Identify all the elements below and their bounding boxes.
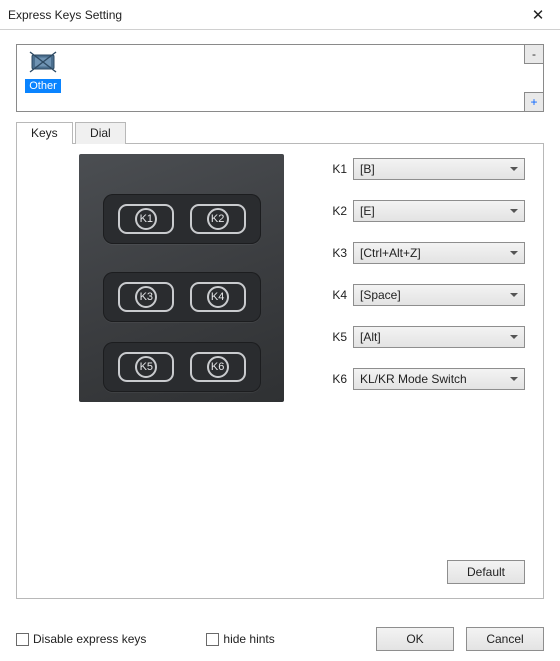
binding-label: K3 — [327, 246, 353, 260]
binding-label: K4 — [327, 288, 353, 302]
chevron-down-icon — [510, 293, 518, 297]
binding-label: K1 — [327, 162, 353, 176]
device-key-k1[interactable]: K1 — [118, 204, 174, 234]
binding-value: [Alt] — [360, 330, 381, 344]
binding-row-k5: K5 [Alt] — [327, 326, 525, 348]
remove-app-button[interactable]: - — [524, 44, 544, 64]
tablet-icon — [27, 49, 59, 77]
app-selector-region: Other - + — [0, 30, 560, 116]
chevron-down-icon — [510, 377, 518, 381]
binding-combo-k3[interactable]: [Ctrl+Alt+Z] — [353, 242, 525, 264]
chevron-down-icon — [510, 251, 518, 255]
default-button[interactable]: Default — [447, 560, 525, 584]
binding-label: K6 — [327, 372, 353, 386]
close-icon: ✕ — [532, 6, 545, 24]
tab-keys-label: Keys — [31, 126, 58, 140]
window-title: Express Keys Setting — [8, 8, 516, 22]
cancel-button[interactable]: Cancel — [466, 627, 544, 651]
device-key-k2[interactable]: K2 — [190, 204, 246, 234]
binding-value: KL/KR Mode Switch — [360, 372, 467, 386]
tab-dial-label: Dial — [90, 126, 111, 140]
device-key-k4[interactable]: K4 — [190, 282, 246, 312]
binding-row-k2: K2 [E] — [327, 200, 525, 222]
k4-icon: K4 — [207, 286, 229, 308]
binding-label: K5 — [327, 330, 353, 344]
binding-combo-k5[interactable]: [Alt] — [353, 326, 525, 348]
checkbox-label: hide hints — [223, 632, 274, 646]
minus-icon: - — [532, 47, 536, 61]
checkbox-box — [16, 633, 29, 646]
k6-icon: K6 — [207, 356, 229, 378]
binding-combo-k4[interactable]: [Space] — [353, 284, 525, 306]
app-item-label: Other — [25, 79, 61, 93]
binding-value: [E] — [360, 204, 375, 218]
ok-button[interactable]: OK — [376, 627, 454, 651]
bottom-bar: Disable express keys hide hints OK Cance… — [0, 619, 560, 661]
tabbar: Keys Dial — [16, 122, 544, 144]
bindings-list: K1 [B] K2 [E] K3 [Ctrl+Alt+Z] K4 [Space] — [327, 158, 525, 410]
binding-row-k4: K4 [Space] — [327, 284, 525, 306]
key-row-1: K1 K2 — [103, 194, 261, 244]
close-button[interactable]: ✕ — [516, 0, 560, 30]
device-preview: K1 K2 K3 K4 K5 K6 — [79, 154, 284, 402]
app-selector: Other - + — [16, 44, 544, 112]
key-row-3: K5 K6 — [103, 342, 261, 392]
chevron-down-icon — [510, 335, 518, 339]
binding-combo-k1[interactable]: [B] — [353, 158, 525, 180]
chevron-down-icon — [510, 167, 518, 171]
key-row-2: K3 K4 — [103, 272, 261, 322]
binding-value: [B] — [360, 162, 375, 176]
binding-value: [Space] — [360, 288, 401, 302]
device-key-k3[interactable]: K3 — [118, 282, 174, 312]
tab-dial[interactable]: Dial — [75, 122, 126, 144]
k1-icon: K1 — [135, 208, 157, 230]
binding-combo-k2[interactable]: [E] — [353, 200, 525, 222]
k5-icon: K5 — [135, 356, 157, 378]
binding-row-k6: K6 KL/KR Mode Switch — [327, 368, 525, 390]
app-item-other[interactable]: Other — [21, 49, 65, 93]
device-key-k5[interactable]: K5 — [118, 352, 174, 382]
binding-row-k1: K1 [B] — [327, 158, 525, 180]
disable-express-keys-checkbox[interactable]: Disable express keys — [16, 632, 146, 646]
add-app-button[interactable]: + — [524, 92, 544, 112]
k3-icon: K3 — [135, 286, 157, 308]
checkbox-box — [206, 633, 219, 646]
titlebar: Express Keys Setting ✕ — [0, 0, 560, 30]
k2-icon: K2 — [207, 208, 229, 230]
app-side-buttons: - + — [524, 44, 544, 112]
device-key-k6[interactable]: K6 — [190, 352, 246, 382]
binding-label: K2 — [327, 204, 353, 218]
binding-row-k3: K3 [Ctrl+Alt+Z] — [327, 242, 525, 264]
chevron-down-icon — [510, 209, 518, 213]
binding-value: [Ctrl+Alt+Z] — [360, 246, 421, 260]
checkbox-label: Disable express keys — [33, 632, 146, 646]
tab-keys[interactable]: Keys — [16, 122, 73, 144]
tabpanel-keys: K1 K2 K3 K4 K5 K6 K1 [B] K2 [E] — [16, 144, 544, 599]
binding-combo-k6[interactable]: KL/KR Mode Switch — [353, 368, 525, 390]
plus-icon: + — [530, 95, 537, 109]
hide-hints-checkbox[interactable]: hide hints — [206, 632, 274, 646]
